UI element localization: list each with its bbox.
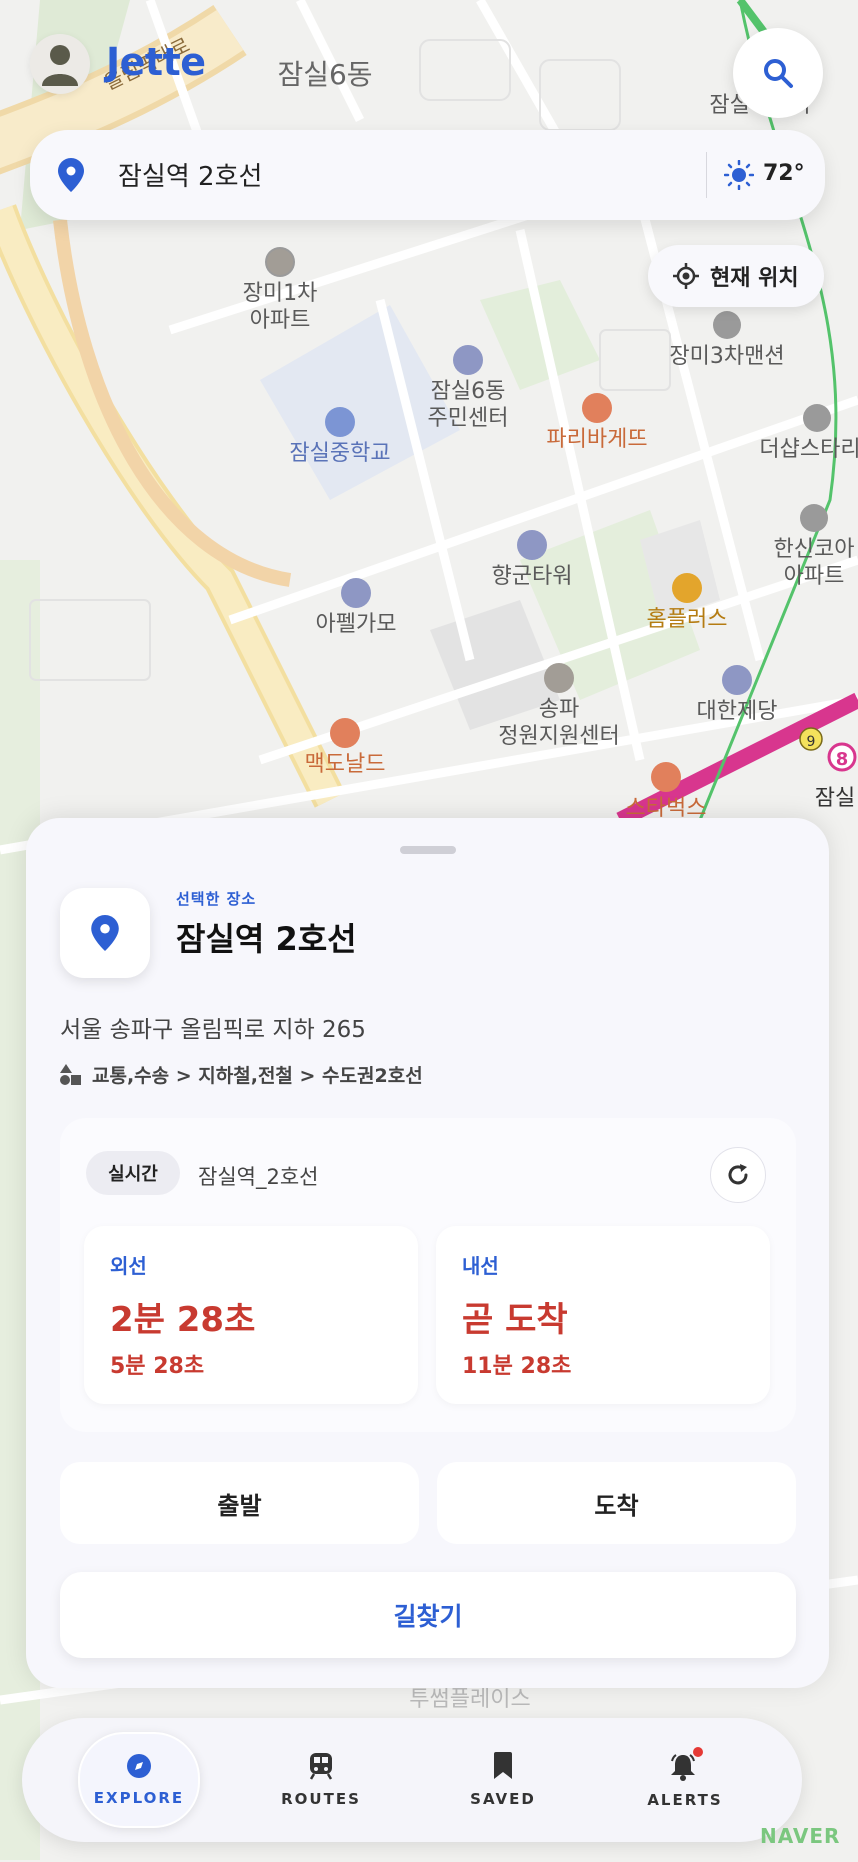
place-category: 교통,수송 > 지하철,전철 > 수도권2호선 bbox=[60, 1061, 423, 1088]
map-label-paris: 파리바게뜨 bbox=[546, 427, 647, 452]
nav-label: ROUTES bbox=[281, 1790, 361, 1808]
crosshair-icon bbox=[673, 263, 699, 289]
realtime-badge: 실시간 bbox=[86, 1151, 180, 1195]
map-label-theshop: 더샵스타리 bbox=[759, 437, 858, 462]
map-label-hanshin2: 아파트 bbox=[784, 564, 845, 589]
map-label-dong: 잠실6동 bbox=[277, 58, 372, 91]
map-label-jangmi1: 장미1차 bbox=[243, 281, 318, 306]
map-label-center1: 잠실6동 bbox=[431, 379, 506, 404]
nav-label: EXPLORE bbox=[93, 1789, 185, 1807]
map-provider-watermark: NAVER bbox=[760, 1824, 841, 1848]
map-label-daehan: 대한제당 bbox=[697, 699, 778, 724]
search-button[interactable] bbox=[733, 28, 823, 118]
place-category-text: 교통,수송 > 지하철,전철 > 수도권2호선 bbox=[92, 1065, 423, 1087]
nav-routes[interactable]: ROUTES bbox=[260, 1732, 382, 1828]
direction-outer: 외선 2분 28초 5분 28초 bbox=[84, 1226, 418, 1404]
map-label-songpa1: 송파 bbox=[539, 697, 579, 722]
location-pin-icon bbox=[58, 158, 84, 192]
first-arrival-time: 2분 28초 bbox=[110, 1300, 256, 1340]
bell-icon bbox=[671, 1754, 695, 1781]
place-icon-tile bbox=[60, 888, 150, 978]
find-route-button[interactable]: 길찾기 bbox=[60, 1572, 796, 1658]
temperature-value: 72° bbox=[763, 161, 805, 186]
nav-label: ALERTS bbox=[647, 1791, 723, 1809]
nav-alerts[interactable]: ALERTS bbox=[624, 1732, 746, 1828]
bell-wrapper bbox=[669, 1747, 703, 1781]
sun-icon bbox=[724, 160, 754, 190]
current-location-label: 현재 위치 bbox=[710, 266, 799, 291]
second-arrival-time: 11분 28초 bbox=[462, 1354, 572, 1379]
map-label-school: 잠실중학교 bbox=[289, 441, 390, 466]
app-brand: Jette bbox=[106, 40, 206, 84]
map-label-apt: 아파트 bbox=[250, 308, 311, 333]
map-label-hyanggun: 향군타워 bbox=[492, 564, 573, 589]
direction-name: 내선 bbox=[462, 1254, 499, 1278]
profile-avatar[interactable] bbox=[30, 34, 90, 94]
map-label-jangmi3: 장미3차맨션 bbox=[669, 344, 784, 369]
realtime-station-name: 잠실역_2호선 bbox=[198, 1165, 319, 1189]
map-label-line8: 8 bbox=[836, 749, 849, 770]
train-icon bbox=[309, 1753, 333, 1780]
set-arrival-button[interactable]: 도착 bbox=[437, 1462, 796, 1544]
refresh-icon bbox=[728, 1164, 748, 1185]
map-label-homeplus: 홈플러스 bbox=[647, 607, 728, 632]
first-arrival-time: 곧 도착 bbox=[462, 1300, 568, 1340]
search-location-text: 잠실역 2호선 bbox=[118, 162, 263, 192]
place-detail-sheet: 선택한 장소 잠실역 2호선 서울 송파구 올림픽로 지하 265 교통,수송 … bbox=[26, 818, 829, 1688]
nav-explore[interactable]: EXPLORE bbox=[78, 1732, 200, 1828]
map-label-apel: 아펠가모 bbox=[316, 612, 397, 637]
alert-badge-dot bbox=[693, 1747, 703, 1757]
map-label-mcd: 맥도날드 bbox=[305, 752, 386, 777]
place-subtitle: 선택한 장소 bbox=[176, 890, 257, 908]
map-label-center2: 주민센터 bbox=[428, 406, 509, 431]
user-icon bbox=[42, 45, 78, 86]
nav-label: SAVED bbox=[470, 1790, 536, 1808]
second-arrival-time: 5분 28초 bbox=[110, 1354, 205, 1379]
place-title: 잠실역 2호선 bbox=[176, 920, 357, 958]
search-icon bbox=[764, 59, 793, 88]
set-departure-button[interactable]: 출발 bbox=[60, 1462, 419, 1544]
map-label-twin: 투썸플레이스 bbox=[409, 1687, 530, 1712]
nav-saved[interactable]: SAVED bbox=[442, 1732, 564, 1828]
location-search-bar[interactable]: 잠실역 2호선 72° bbox=[30, 130, 825, 220]
map-label-line9: 9 bbox=[807, 734, 816, 750]
direction-name: 외선 bbox=[110, 1254, 147, 1278]
map-label-jamsil: 잠실 bbox=[815, 786, 855, 811]
search-divider bbox=[706, 152, 707, 198]
category-shapes-icon bbox=[60, 1063, 81, 1085]
place-address: 서울 송파구 올림픽로 지하 265 bbox=[60, 1017, 366, 1043]
bottom-navigation: EXPLORE ROUTES SAVED ALERTS bbox=[22, 1718, 802, 1842]
sheet-drag-handle[interactable] bbox=[400, 846, 456, 854]
refresh-button[interactable] bbox=[710, 1147, 766, 1203]
map-label-hanshin1: 한신코아 bbox=[774, 537, 855, 562]
bookmark-icon bbox=[494, 1752, 512, 1779]
map-label-songpa2: 정원지원센터 bbox=[498, 724, 619, 749]
current-location-button[interactable]: 현재 위치 bbox=[648, 245, 824, 307]
compass-icon bbox=[127, 1754, 151, 1778]
direction-inner: 내선 곧 도착 11분 28초 bbox=[436, 1226, 770, 1404]
realtime-arrival-card: 실시간 잠실역_2호선 외선 2분 28초 5분 28초 내선 곧 도착 11분… bbox=[60, 1118, 796, 1432]
location-pin-icon bbox=[91, 915, 119, 951]
